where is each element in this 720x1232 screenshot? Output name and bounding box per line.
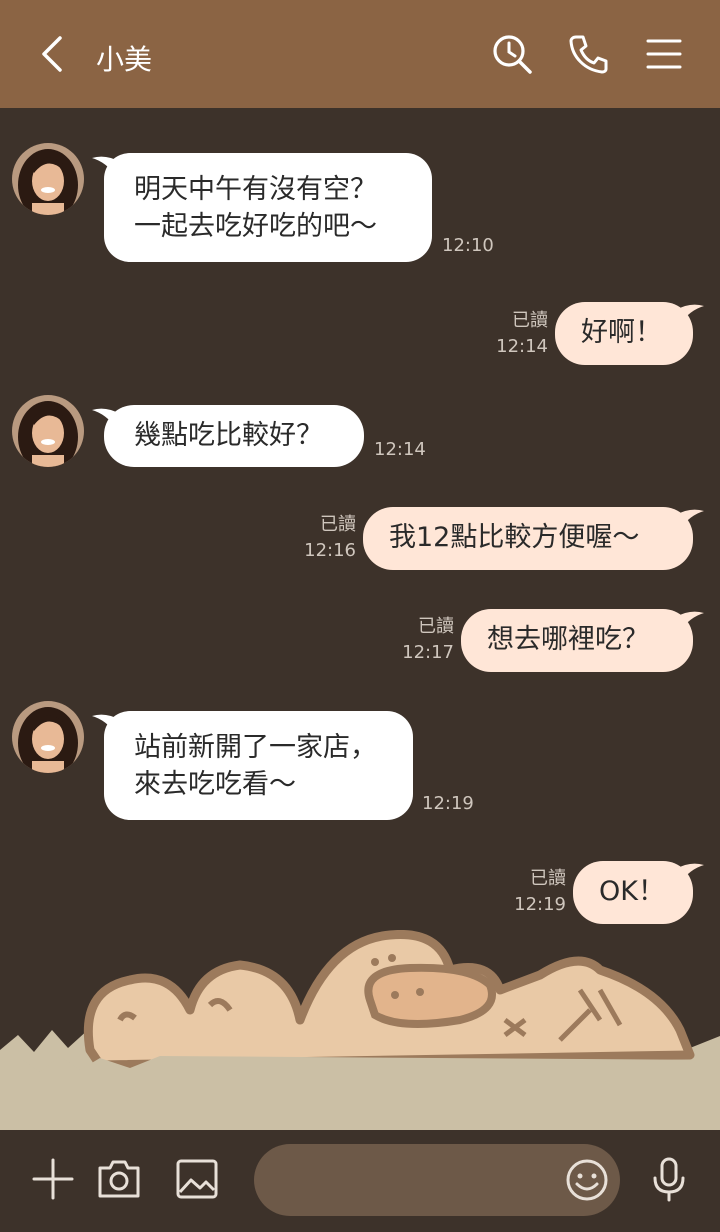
message-time: 12:10 — [442, 235, 494, 256]
search-history-icon[interactable] — [490, 32, 534, 76]
image-icon[interactable] — [174, 1156, 220, 1202]
camera-icon[interactable] — [96, 1156, 142, 1202]
menu-icon[interactable] — [642, 32, 686, 76]
message-bubble-incoming[interactable]: 明天中午有沒有空？ 一起去吃好吃的吧～ — [104, 153, 432, 262]
read-receipt: 已讀 — [530, 868, 566, 889]
message-time: 12:19 — [422, 793, 474, 814]
message-bubble-outgoing[interactable]: 想去哪裡吃？ — [461, 609, 693, 672]
message-bubble-incoming[interactable]: 站前新開了一家店， 來去吃吃看～ — [104, 711, 413, 820]
message-time: 12:19 — [514, 894, 566, 915]
avatar-photo — [12, 701, 84, 773]
message-time: 12:16 — [304, 540, 356, 561]
chat-title[interactable]: 小美 — [96, 38, 152, 78]
message-time: 12:17 — [402, 642, 454, 663]
read-receipt: 已讀 — [320, 514, 356, 535]
bubble-tail — [676, 304, 704, 324]
message-bubble-outgoing[interactable]: 我12點比較方便喔～ — [363, 507, 693, 570]
phone-icon[interactable] — [566, 32, 610, 76]
microphone-icon[interactable] — [646, 1156, 692, 1202]
avatar-photo — [12, 143, 84, 215]
read-receipt: 已讀 — [418, 616, 454, 637]
message-time: 12:14 — [374, 439, 426, 460]
bubble-tail — [676, 611, 704, 631]
bread-illustration — [0, 930, 720, 1130]
contact-avatar[interactable] — [12, 395, 84, 467]
emoji-icon[interactable] — [564, 1157, 610, 1203]
message-time: 12:14 — [496, 336, 548, 357]
message-bubble-outgoing[interactable]: 好啊！ — [555, 302, 693, 365]
contact-avatar[interactable] — [12, 701, 84, 773]
chat-header: 小美 — [0, 0, 720, 108]
message-meta: 已讀 12:19 — [510, 866, 566, 918]
message-bubble-incoming[interactable]: 幾點吃比較好？ — [104, 405, 364, 467]
message-bubble-outgoing[interactable]: OK！ — [573, 861, 693, 924]
read-receipt: 已讀 — [512, 310, 548, 331]
back-icon[interactable] — [34, 32, 74, 76]
avatar-photo — [12, 395, 84, 467]
message-meta: 已讀 12:16 — [300, 512, 356, 564]
message-meta: 已讀 12:14 — [492, 308, 548, 360]
bubble-tail — [676, 863, 704, 883]
contact-avatar[interactable] — [12, 143, 84, 215]
bubble-tail — [676, 509, 704, 529]
message-meta: 已讀 12:17 — [398, 614, 454, 666]
plus-icon[interactable] — [30, 1156, 76, 1202]
